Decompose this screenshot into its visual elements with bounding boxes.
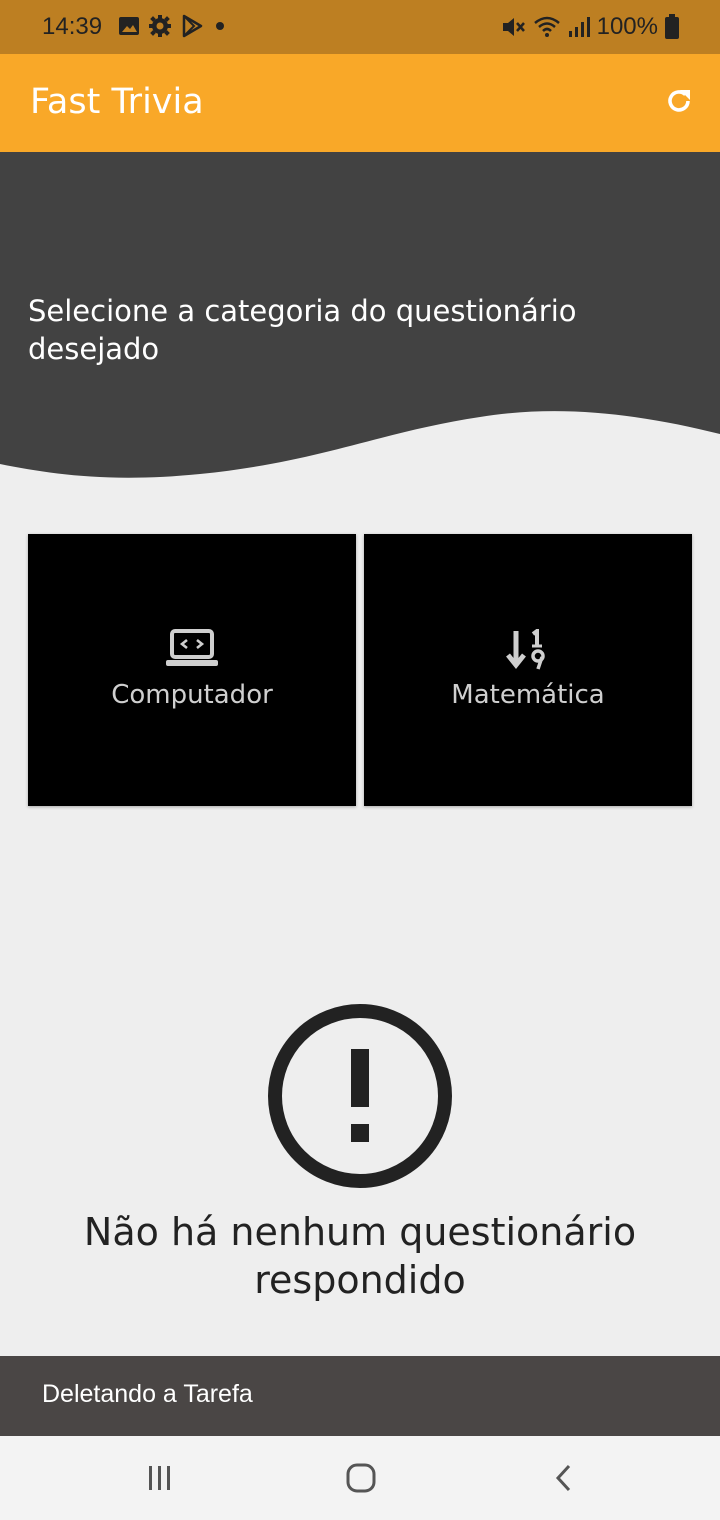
status-notification-icons <box>118 14 228 38</box>
sort-numeric-icon <box>500 629 556 671</box>
dot-icon <box>216 22 224 30</box>
category-grid: Computador Matemática <box>28 534 692 806</box>
image-icon <box>119 17 139 35</box>
recent-apps-button[interactable] <box>140 1458 180 1498</box>
laptop-code-icon <box>164 629 220 671</box>
refresh-button[interactable] <box>662 84 696 118</box>
signal-icon <box>568 17 590 37</box>
battery-icon <box>665 14 679 39</box>
category-card-computador[interactable]: Computador <box>28 534 356 806</box>
status-bar: 14:39 100% <box>0 0 720 54</box>
wifi-icon <box>533 16 560 37</box>
hero-banner: Selecione a categoria do questionário de… <box>0 152 720 482</box>
status-system-icons: 100% <box>501 13 680 41</box>
gear-icon <box>149 15 171 37</box>
mute-icon <box>502 18 525 36</box>
category-prompt: Selecione a categoria do questionário de… <box>28 294 577 366</box>
home-icon <box>346 1463 376 1493</box>
warning-circle-icon <box>268 1004 452 1188</box>
category-label: Matemática <box>451 680 605 710</box>
system-nav-bar <box>0 1436 720 1520</box>
category-label: Computador <box>111 680 273 710</box>
recent-apps-icon <box>149 1466 170 1490</box>
back-button[interactable] <box>544 1458 584 1498</box>
status-time: 14:39 <box>42 13 103 40</box>
empty-state-message: Não há nenhum questionário respondido <box>83 1210 637 1302</box>
back-icon <box>555 1464 571 1492</box>
app-bar: Fast Trivia <box>0 54 720 152</box>
category-card-matematica[interactable]: Matemática <box>364 534 692 806</box>
battery-percent: 100% <box>596 13 658 40</box>
app-title: Fast Trivia <box>30 82 204 122</box>
home-button[interactable] <box>341 1458 381 1498</box>
snackbar-message: Deletando a Tarefa <box>42 1380 253 1408</box>
refresh-icon <box>668 90 690 112</box>
play-store-icon <box>182 14 203 38</box>
snackbar: Deletando a Tarefa <box>0 1356 720 1436</box>
